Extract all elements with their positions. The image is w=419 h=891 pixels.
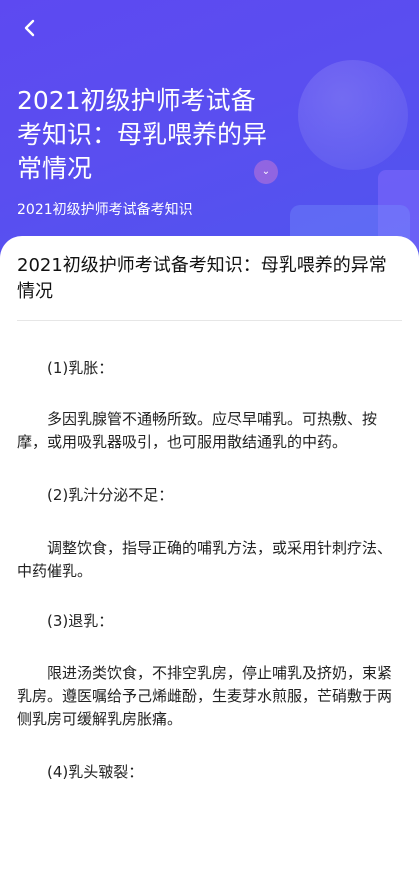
paragraph: 限进汤类饮食，不排空乳房，停止哺乳及挤奶，束紧乳房。遵医嘱给予己烯雌酚，生麦芽水… — [17, 664, 393, 728]
section-heading: (3)退乳： — [47, 612, 114, 630]
paragraph: 调整饮食，指导正确的哺乳方法，或采用针刺疗法、中药催乳。 — [17, 539, 393, 580]
section-heading: (4)乳头皲裂： — [47, 763, 144, 781]
back-button[interactable] — [18, 16, 42, 40]
header-banner: ⌄ 2021初级护师考试备考知识：母乳喂养的异常情况 2021初级护师考试备考知… — [0, 0, 419, 270]
decorative-circle — [298, 60, 408, 170]
paragraph: 多因乳腺管不通畅所致。应尽早哺乳。可热敷、按摩，或用吸乳器吸引，也可服用散结通乳… — [17, 410, 378, 451]
section-heading: (1)乳胀： — [47, 359, 114, 377]
page-title: 2021初级护师考试备考知识：母乳喂养的异常情况 — [17, 86, 268, 183]
section-heading: (2)乳汁分泌不足： — [47, 486, 174, 504]
page-subtitle: 2021初级护师考试备考知识 — [17, 202, 193, 218]
divider — [17, 320, 402, 321]
article-title: 2021初级护师考试备考知识：母乳喂养的异常情况 — [17, 255, 387, 302]
chevron-left-icon — [24, 19, 35, 37]
